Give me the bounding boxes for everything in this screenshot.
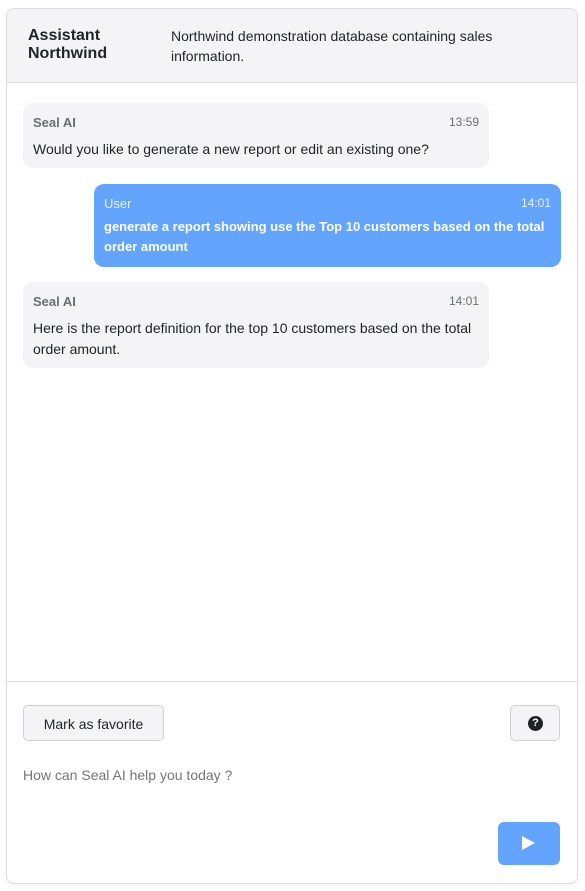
mark-favorite-button[interactable]: Mark as favorite [23, 705, 164, 741]
question-circle-icon: ? [528, 716, 543, 731]
message-text: Would you like to generate a new report … [33, 141, 429, 157]
help-button[interactable]: ? [510, 705, 560, 741]
message-sender: User [104, 196, 132, 211]
message-time: 13:59 [448, 115, 479, 129]
message-sender: Seal AI [33, 115, 76, 130]
assistant-header: Assistant Northwind Northwind demonstrat… [7, 9, 577, 83]
message-time: 14:01 [448, 294, 479, 308]
prompt-input[interactable] [23, 767, 493, 783]
assistant-panel: Assistant Northwind Northwind demonstrat… [6, 8, 578, 884]
assistant-description: Northwind demonstration database contain… [171, 28, 493, 64]
message-text: generate a report showing use the Top 10… [104, 219, 545, 254]
send-button[interactable] [498, 822, 560, 865]
message-text: Here is the report definition for the to… [33, 320, 472, 357]
user-message: User 14:01 generate a report showing use… [94, 184, 561, 267]
send-arrow-icon [522, 836, 535, 850]
message-time: 14:01 [520, 196, 551, 210]
ai-message: Seal AI 14:01 Here is the report definit… [23, 282, 489, 368]
ai-message: Seal AI 13:59 Would you like to generate… [23, 103, 489, 168]
assistant-title: Assistant Northwind [28, 27, 108, 62]
message-sender: Seal AI [33, 294, 76, 309]
chat-footer: Mark as favorite ? [7, 681, 577, 883]
message-list: Seal AI 13:59 Would you like to generate… [7, 83, 577, 681]
